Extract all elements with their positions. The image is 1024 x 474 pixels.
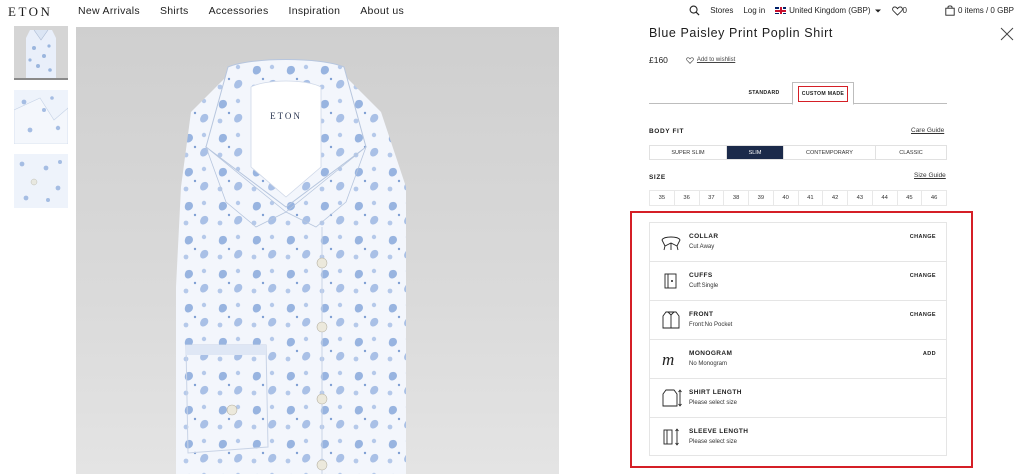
add-monogram-button[interactable]: ADD — [923, 351, 936, 357]
size-option[interactable]: 40 — [774, 191, 799, 205]
cart-summary: 0 items / 0 GBP — [957, 6, 1014, 15]
brand-logo[interactable]: ETON — [8, 4, 52, 20]
fit-option-slim[interactable]: SLIM — [727, 146, 784, 159]
customization-value: Cut Away — [689, 244, 715, 250]
tab-custom-made[interactable]: CUSTOM MADE — [792, 82, 854, 105]
care-guide-link[interactable]: Care Guide — [911, 127, 944, 134]
change-front-button[interactable]: CHANGE — [910, 312, 936, 318]
nav-inspiration[interactable]: Inspiration — [289, 5, 341, 17]
shirt-length-icon — [662, 389, 682, 407]
customization-cuffs[interactable]: CUFFS Cuff:Single CHANGE — [649, 261, 947, 300]
wishlist-count: 0 — [902, 6, 907, 15]
product-info: Blue Paisley Print Poplin Shirt £160 Add… — [649, 26, 947, 65]
size-option[interactable]: 45 — [898, 191, 923, 205]
sleeve-length-icon — [663, 428, 679, 446]
utility-nav: Stores Log in United Kingdom (GBP) 0 0 i… — [679, 5, 1014, 16]
add-to-wishlist-link[interactable]: Add to wishlist — [686, 56, 736, 64]
region-label: United Kingdom (GBP) — [789, 6, 871, 15]
shirt-front-icon — [662, 311, 680, 329]
shopping-bag-icon — [945, 5, 955, 16]
body-fit-selector: SUPER SLIM SLIM CONTEMPORARY CLASSIC — [649, 145, 947, 160]
main-nav: New Arrivals Shirts Accessories Inspirat… — [78, 5, 404, 17]
chevron-down-icon — [874, 9, 881, 12]
size-option[interactable]: 35 — [650, 191, 675, 205]
size-option[interactable]: 42 — [823, 191, 848, 205]
customization-name: CUFFS — [689, 272, 713, 279]
customization-collar[interactable]: COLLAR Cut Away CHANGE — [649, 222, 947, 261]
change-collar-button[interactable]: CHANGE — [910, 234, 936, 240]
monogram-icon: m — [662, 350, 674, 369]
size-option[interactable]: 43 — [848, 191, 873, 205]
nav-new-arrivals[interactable]: New Arrivals — [78, 5, 140, 17]
thumbnail-front[interactable] — [14, 26, 68, 80]
fit-option-super-slim[interactable]: SUPER SLIM — [650, 146, 727, 159]
customization-front[interactable]: FRONT Front:No Pocket CHANGE — [649, 300, 947, 339]
customization-sleeve-length[interactable]: SLEEVE LENGTH Please select size — [649, 417, 947, 456]
size-option[interactable]: 41 — [799, 191, 824, 205]
size-guide-link[interactable]: Size Guide — [914, 172, 946, 179]
customization-shirt-length[interactable]: SHIRT LENGTH Please select size — [649, 378, 947, 417]
customization-value: Cuff:Single — [689, 283, 719, 289]
tab-standard[interactable]: STANDARD — [739, 82, 789, 104]
thumbnail-gallery — [14, 26, 70, 218]
size-selector: 35 36 37 38 39 40 41 42 43 44 45 46 — [649, 190, 947, 206]
svg-text:m: m — [662, 350, 674, 369]
thumbnail-collar-detail[interactable] — [14, 90, 68, 144]
size-option[interactable]: 46 — [922, 191, 946, 205]
search-icon[interactable] — [689, 5, 700, 16]
wishlist-link[interactable]: 0 — [891, 5, 907, 16]
size-option[interactable]: 36 — [675, 191, 700, 205]
cart-link[interactable]: 0 items / 0 GBP — [945, 5, 1014, 16]
uk-flag-icon — [775, 7, 787, 14]
customization-value: Front:No Pocket — [689, 322, 733, 328]
nav-accessories[interactable]: Accessories — [209, 5, 269, 17]
heart-icon — [686, 56, 694, 64]
add-to-wishlist-label: Add to wishlist — [696, 57, 736, 63]
nav-shirts[interactable]: Shirts — [160, 5, 189, 17]
top-navigation-bar: ETON New Arrivals Shirts Accessories Ins… — [0, 0, 1024, 24]
fit-option-classic[interactable]: CLASSIC — [876, 146, 946, 159]
customization-monogram[interactable]: m MONOGRAM No Monogram ADD — [649, 339, 947, 378]
thumbnail-fabric-detail[interactable] — [14, 154, 68, 208]
product-title: Blue Paisley Print Poplin Shirt — [649, 26, 833, 40]
customization-name: FRONT — [689, 311, 714, 318]
change-cuffs-button[interactable]: CHANGE — [910, 273, 936, 279]
size-label: SIZE — [649, 174, 666, 181]
login-link[interactable]: Log in — [743, 6, 765, 15]
size-option[interactable]: 39 — [749, 191, 774, 205]
shirt-label-text: ETON — [270, 111, 302, 121]
nav-about-us[interactable]: About us — [360, 5, 404, 17]
size-option[interactable]: 38 — [724, 191, 749, 205]
customization-name: SLEEVE LENGTH — [689, 428, 749, 435]
body-fit-label: BODY FIT — [649, 128, 685, 135]
close-icon[interactable] — [1000, 27, 1014, 41]
customization-name: MONOGRAM — [689, 350, 733, 357]
customization-value: Please select size — [689, 439, 738, 445]
size-option[interactable]: 44 — [873, 191, 898, 205]
customization-name: COLLAR — [689, 233, 719, 240]
collar-icon — [661, 236, 681, 251]
price-row: £160 Add to wishlist — [649, 55, 735, 65]
size-option[interactable]: 37 — [700, 191, 725, 205]
tab-custom-made-label: CUSTOM MADE — [797, 85, 849, 102]
customization-name: SHIRT LENGTH — [689, 389, 742, 396]
fit-option-contemporary[interactable]: CONTEMPORARY — [784, 146, 876, 159]
stores-link[interactable]: Stores — [710, 6, 733, 15]
customization-value: No Monogram — [689, 361, 728, 367]
order-type-tabs: STANDARD CUSTOM MADE — [649, 82, 947, 105]
region-selector[interactable]: United Kingdom (GBP) — [775, 6, 881, 15]
cuff-icon — [664, 273, 677, 289]
product-price: £160 — [649, 55, 668, 65]
customization-value: Please select size — [689, 400, 738, 406]
heart-icon — [891, 5, 903, 16]
main-product-image[interactable]: ETON — [76, 27, 559, 474]
